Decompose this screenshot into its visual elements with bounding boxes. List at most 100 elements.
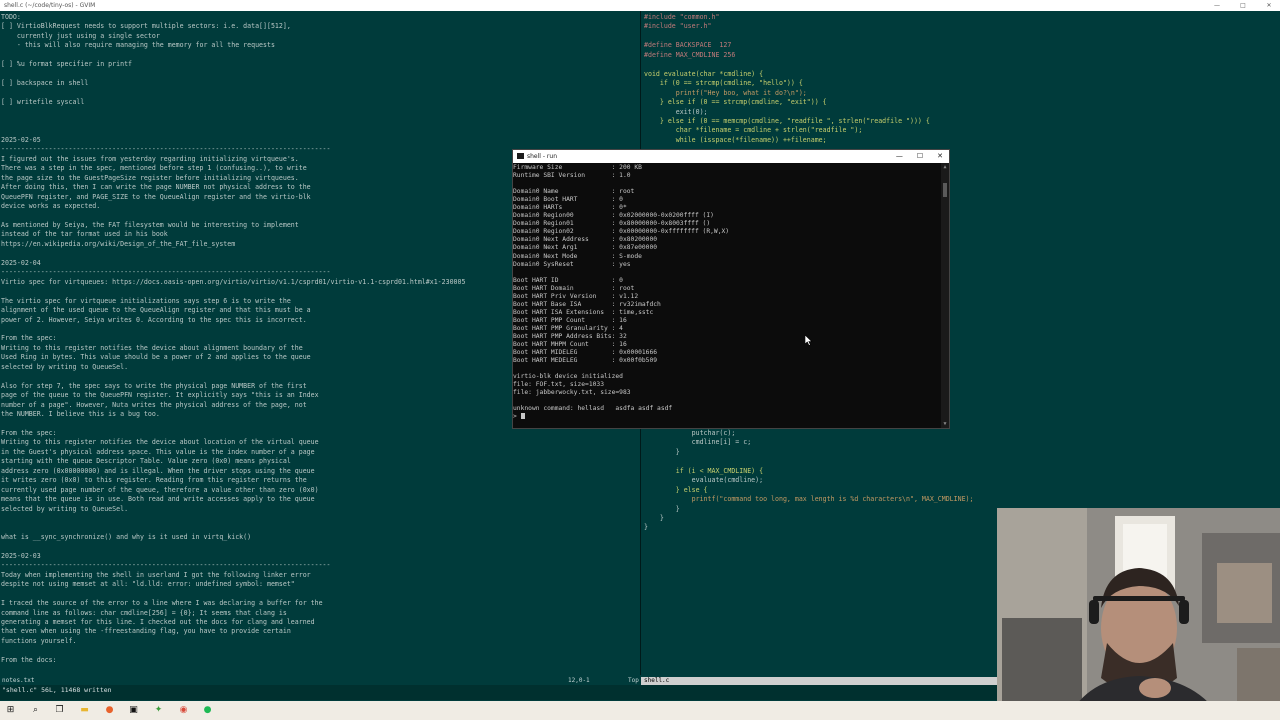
terminal-output[interactable]: Firmware Size : 200 KB Runtime SBI Versi… [513,163,941,428]
left-line[interactable]: Used Ring in bytes. This value should be… [1,353,311,361]
right-line[interactable]: cmdline[i] = c; [644,438,752,446]
left-line[interactable]: TODO: [1,13,21,21]
left-line[interactable]: device works as expected. [1,202,100,210]
left-line[interactable]: 2025-02-05 [1,136,41,144]
left-line[interactable]: There was a step in the spec, mentioned … [1,164,307,172]
left-line[interactable]: QueuePFN register, and PAGE_SIZE to the … [1,193,311,201]
left-line[interactable]: Writing to this register notifies the de… [1,438,319,446]
left-line[interactable]: I figured out the issues from yesterday … [1,155,299,163]
right-line[interactable]: evaluate(cmdline); [644,476,763,484]
terminal-scrollbar[interactable]: ▲ ▼ [941,163,949,428]
left-line[interactable]: [ ] backspace in shell [1,79,88,87]
left-line[interactable]: Writing to this register notifies the de… [1,344,303,352]
right-line[interactable]: char *filename = cmdline + strlen("readf… [644,126,863,134]
left-line[interactable]: Today when implementing the shell in use… [1,571,311,579]
scroll-down-icon[interactable]: ▼ [942,421,948,427]
terminal-line: Boot HART MIDELEG : 0x00001666 [513,349,658,357]
terminal-titlebar[interactable]: shell - run — ☐ ✕ [513,150,949,163]
close-button[interactable]: ✕ [937,150,943,163]
left-line[interactable]: power of 2. However, Seiya writes 0. Acc… [1,316,307,324]
file-explorer-icon[interactable]: ▬ [78,704,91,717]
taskbar: ⊞ ⌕ ❐ ▬ ● ▣ ✦ ◉ ● [0,701,1280,720]
right-line[interactable]: } else if (0 == memcmp(cmdline, "readfil… [644,117,930,125]
left-line[interactable]: it writes zero (0x0) to this register. R… [1,476,307,484]
left-line[interactable]: 2025-02-03 [1,552,41,560]
right-line[interactable]: exit(0); [644,108,708,116]
minimize-button[interactable]: — [896,150,903,163]
left-line[interactable]: After doing this, then I can write the p… [1,183,311,191]
left-line[interactable]: ----------------------------------------… [1,268,331,276]
left-line[interactable]: alignment of the used queue to the Queue… [1,306,311,314]
right-line[interactable]: #define MAX_CMDLINE 256 [644,51,735,59]
right-line[interactable]: } [644,523,648,531]
left-line[interactable]: I traced the source of the error to a li… [1,599,323,607]
terminal-icon[interactable]: ▣ [127,704,140,717]
maximize-button[interactable]: ☐ [917,150,923,163]
right-line[interactable]: } else { [644,486,708,494]
windows-start-icon[interactable]: ⊞ [4,704,17,717]
left-line[interactable]: currently used page number of the queue,… [1,486,319,494]
minimize-button[interactable]: — [1210,0,1224,11]
left-line[interactable]: selected by writing to QueueSel. [1,505,128,513]
right-line[interactable]: putchar(c); [644,429,736,437]
right-line[interactable]: } [644,514,664,522]
right-line[interactable]: if (i < MAX_CMDLINE) { [644,467,763,475]
left-line[interactable]: number of a page". However, Nuta writes … [1,401,307,409]
gvim-icon[interactable]: ✦ [152,704,165,717]
chrome-icon[interactable]: ◉ [177,704,190,717]
scroll-up-icon[interactable]: ▲ [942,164,948,170]
left-line[interactable]: The virtio spec for virtqueue initializa… [1,297,291,305]
left-line[interactable]: From the docs: [1,656,57,664]
left-line[interactable]: currently just using a single sector [1,32,160,40]
right-line[interactable]: #define BACKSPACE 127 [644,41,731,49]
left-line[interactable]: the NUMBER. I believe this is a bug too. [1,410,160,418]
left-line[interactable]: [ ] writefile syscall [1,98,84,106]
right-line[interactable]: printf("Hey boo, what it do?\n"); [644,89,807,97]
scrollbar-thumb[interactable] [943,183,947,197]
left-line[interactable]: Also for step 7, the spec says to write … [1,382,307,390]
left-line[interactable]: - this will also require managing the me… [1,41,275,49]
terminal-line: Domain0 Name : root [513,188,635,196]
left-line[interactable]: starting with the queue Descriptor Table… [1,457,291,465]
left-line[interactable]: command line as follows: char cmdline[25… [1,609,287,617]
left-line[interactable]: Virtio spec for virtqueues: https://docs… [1,278,465,286]
left-line[interactable]: page of the queue to the QueuePFN regist… [1,391,319,399]
left-line[interactable]: generating a memset for this line. I che… [1,618,315,626]
left-line[interactable]: From the spec: [1,334,57,342]
right-line[interactable]: #include "common.h" [644,13,719,21]
terminal-text[interactable]: Firmware Size : 200 KB Runtime SBI Versi… [513,163,941,422]
left-line[interactable]: [ ] %u format specifier in printf [1,60,132,68]
right-line[interactable]: if (0 == strcmp(cmdline, "hello")) { [644,79,803,87]
right-line[interactable]: while (isspace(*filename)) ++filename; [644,136,827,144]
shell-run-terminal-window[interactable]: shell - run — ☐ ✕ Firmware Size : 200 KB… [512,149,950,429]
left-line[interactable]: From the spec: [1,429,57,437]
left-line[interactable]: instead of the tar format used in his bo… [1,230,168,238]
left-line[interactable]: the page size to the GuestPageSize regis… [1,174,299,182]
left-line[interactable]: As mentioned by Seiya, the FAT filesyste… [1,221,299,229]
left-line[interactable]: in the Guest's physical address space. T… [1,448,315,456]
left-line[interactable]: ----------------------------------------… [1,561,331,569]
maximize-button[interactable]: □ [1236,0,1250,11]
left-line[interactable]: [ ] VirtioBlkRequest needs to support mu… [1,22,291,30]
right-line[interactable]: void evaluate(char *cmdline) { [644,70,763,78]
spotify-icon[interactable]: ● [201,704,214,717]
firefox-icon[interactable]: ● [103,704,116,717]
left-line[interactable]: selected by writing to QueueSel. [1,363,128,371]
task-view-icon[interactable]: ❐ [53,704,66,717]
right-line[interactable]: printf("command too long, max length is … [644,495,974,503]
right-line[interactable]: } [644,505,680,513]
left-line[interactable]: means that the queue is in use. Both rea… [1,495,315,503]
right-line[interactable]: } else if (0 == strcmp(cmdline, "exit"))… [644,98,827,106]
left-line[interactable]: 2025-02-04 [1,259,41,267]
left-line[interactable]: address zero (0x00000000) and is illegal… [1,467,315,475]
left-line[interactable]: what is __sync_synchronize() and why is … [1,533,251,541]
right-line[interactable]: #include "user.h" [644,22,712,30]
left-line[interactable]: despite not using memset at all: "ld.lld… [1,580,295,588]
left-line[interactable]: functions yourself. [1,637,76,645]
search-icon[interactable]: ⌕ [29,704,42,717]
right-line[interactable]: } [644,448,680,456]
left-line[interactable]: https://en.wikipedia.org/wiki/Design_of_… [1,240,235,248]
left-line[interactable]: ----------------------------------------… [1,145,331,153]
close-button[interactable]: ✕ [1262,0,1276,11]
left-line[interactable]: that even when using the -ffreestanding … [1,627,291,635]
